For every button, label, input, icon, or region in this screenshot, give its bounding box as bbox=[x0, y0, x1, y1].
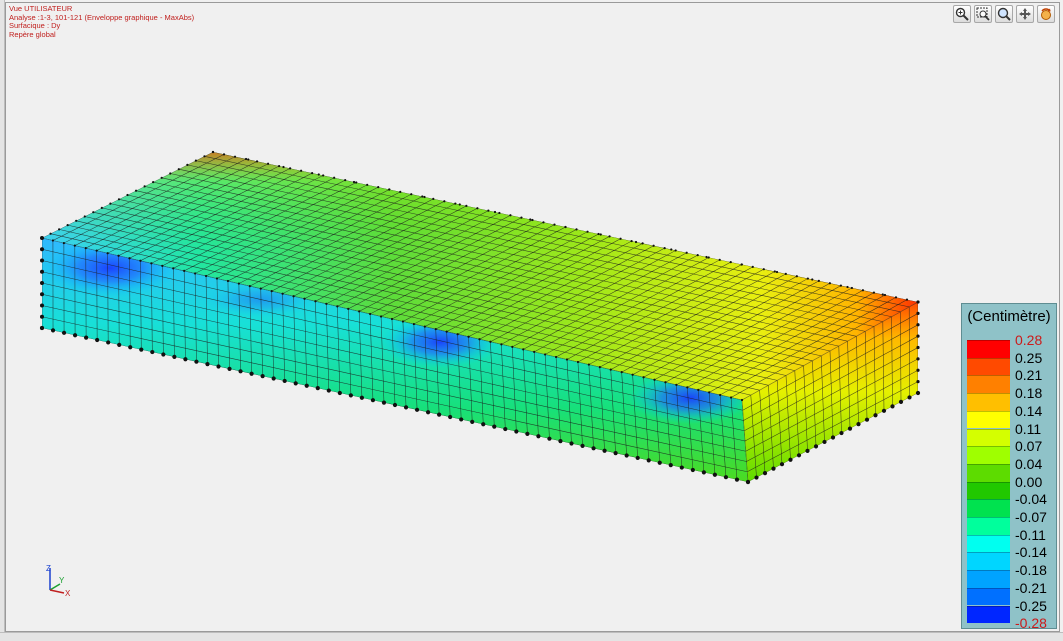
legend-swatch bbox=[967, 428, 1010, 447]
legend-label: -0.04 bbox=[1015, 491, 1047, 508]
legend-label: 0.14 bbox=[1015, 402, 1043, 419]
color-legend: (Centimètre) 0.28 0.25 0.21 0.18 0.14 0.11 0.0… bbox=[961, 303, 1057, 632]
z-axis-label: Z bbox=[46, 564, 51, 573]
legend-swatch bbox=[967, 375, 1010, 394]
x-axis-label: X bbox=[65, 589, 71, 598]
legend-swatch bbox=[967, 340, 1010, 358]
legend-swatch bbox=[967, 357, 1010, 376]
legend-label: 0.07 bbox=[1015, 438, 1043, 455]
legend-swatch bbox=[967, 587, 1010, 606]
legend-label: -0.18 bbox=[1015, 562, 1047, 579]
legend-swatch bbox=[967, 499, 1010, 517]
legend-label: -0.21 bbox=[1015, 579, 1047, 596]
status-strip bbox=[0, 632, 1063, 641]
legend-swatch bbox=[967, 534, 1010, 553]
legend-label: 0.04 bbox=[1015, 455, 1043, 472]
x-axis-line bbox=[49, 589, 65, 594]
legend-swatch bbox=[967, 605, 1010, 624]
legend-swatch bbox=[967, 410, 1010, 429]
legend-label: 0.11 bbox=[1015, 420, 1042, 437]
legend-label: -0.28 bbox=[1015, 615, 1047, 632]
legend-label: -0.14 bbox=[1015, 544, 1047, 561]
legend-swatch bbox=[967, 481, 1010, 500]
legend-label: -0.07 bbox=[1015, 509, 1047, 525]
legend-title: (Centimètre) bbox=[967, 308, 1051, 325]
legend-label: 0.25 bbox=[1015, 349, 1043, 366]
legend-swatch bbox=[967, 517, 1010, 535]
legend-swatch bbox=[967, 463, 1010, 482]
axis-triad: Z Y X bbox=[46, 564, 71, 598]
legend-swatch bbox=[967, 570, 1010, 588]
legend-swatch bbox=[967, 552, 1010, 571]
legend-label: -0.11 bbox=[1015, 526, 1046, 543]
legend-label: 0.18 bbox=[1015, 385, 1043, 402]
legend-swatch bbox=[967, 446, 1010, 464]
legend-swatch bbox=[967, 393, 1010, 411]
legend-label: 0.00 bbox=[1015, 473, 1043, 490]
slab-mesh-3d[interactable] bbox=[0, 0, 1063, 641]
y-axis-label: Y bbox=[59, 576, 65, 585]
legend-label: 0.28 bbox=[1015, 332, 1043, 348]
legend-label: 0.21 bbox=[1015, 367, 1043, 384]
legend-label: -0.25 bbox=[1015, 597, 1047, 614]
